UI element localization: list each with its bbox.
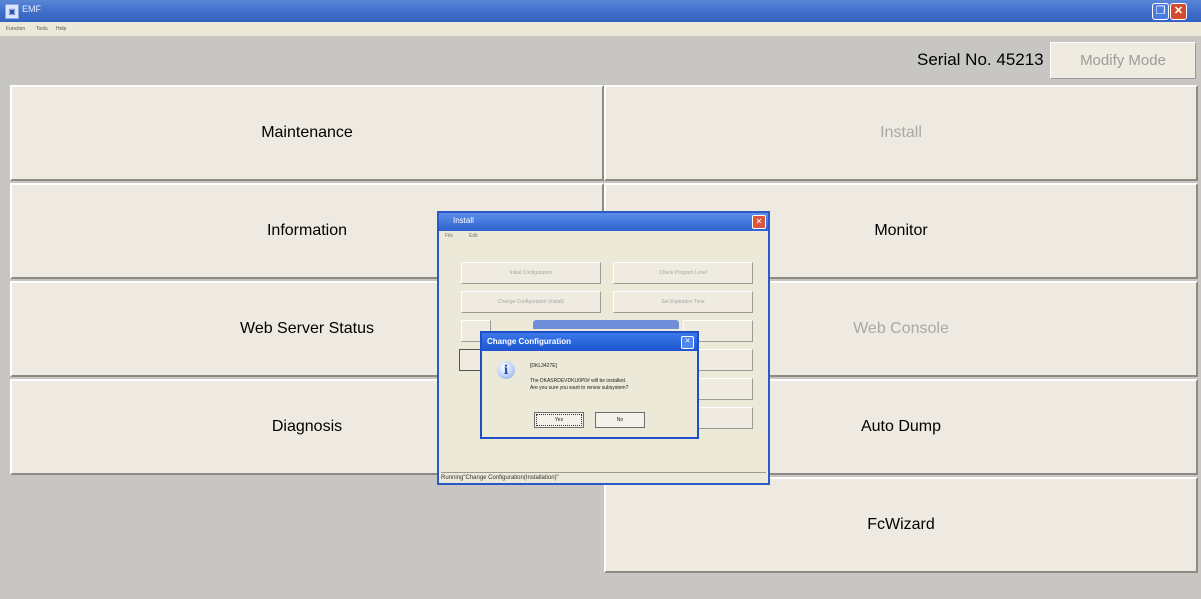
- install-menu-bar: File Edit: [439, 231, 768, 241]
- dialog-message-line2: Are you sure you want to renew subsystem…: [530, 385, 629, 391]
- dialog-title: Change Configuration: [487, 337, 571, 346]
- title-bar: ▣ EMF ❐ ✕: [0, 0, 1201, 22]
- change-configuration-dialog: Change Configuration ✕ i [DKL3427E] The …: [480, 331, 699, 439]
- dialog-close-icon[interactable]: ✕: [681, 336, 694, 349]
- app-icon: ▣: [5, 4, 19, 19]
- install-status-bar: Running"Change Configuration(Installatio…: [441, 472, 766, 484]
- change-configuration-install-button[interactable]: Change Configuration (Install): [461, 291, 601, 313]
- empty-panel: [8, 477, 604, 599]
- check-program-level-button[interactable]: Check Program Level: [613, 262, 753, 284]
- set-expiration-time-button[interactable]: Set Expiration Time: [613, 291, 753, 313]
- maximize-button[interactable]: ❐: [1152, 3, 1169, 20]
- dialog-message-line1: The DKASRDEVDKU0P0# will be installed.: [530, 378, 627, 384]
- yes-button[interactable]: Yes: [534, 412, 584, 428]
- install-menu-edit[interactable]: Edit: [469, 233, 478, 239]
- modify-mode-button[interactable]: Modify Mode: [1050, 42, 1196, 79]
- install-title-bar: Install ✕: [439, 213, 768, 231]
- initial-configuration-button[interactable]: Initial Configuration: [461, 262, 601, 284]
- menu-item-function[interactable]: Function: [6, 26, 25, 32]
- no-button[interactable]: No: [595, 412, 645, 428]
- dialog-message-code: [DKL3427E]: [530, 363, 557, 369]
- background-dialog-titlebar: [533, 320, 679, 329]
- menu-item-tools[interactable]: Tools: [36, 26, 48, 32]
- install-close-icon[interactable]: ✕: [752, 215, 766, 229]
- menu-bar: Function Tools Help: [0, 22, 1201, 36]
- dialog-title-bar: Change Configuration ✕: [482, 333, 697, 351]
- maintenance-button[interactable]: Maintenance: [10, 85, 604, 181]
- install-menu-file[interactable]: File: [445, 233, 453, 239]
- serial-number: Serial No. 45213: [917, 50, 1044, 69]
- install-button[interactable]: Install: [604, 85, 1198, 181]
- fcwizard-button[interactable]: FcWizard: [604, 477, 1198, 573]
- close-button[interactable]: ✕: [1170, 3, 1187, 20]
- install-window-title: Install: [453, 216, 474, 225]
- window-title: EMF: [22, 4, 41, 14]
- menu-item-help[interactable]: Help: [56, 26, 66, 32]
- info-icon: i: [497, 361, 515, 379]
